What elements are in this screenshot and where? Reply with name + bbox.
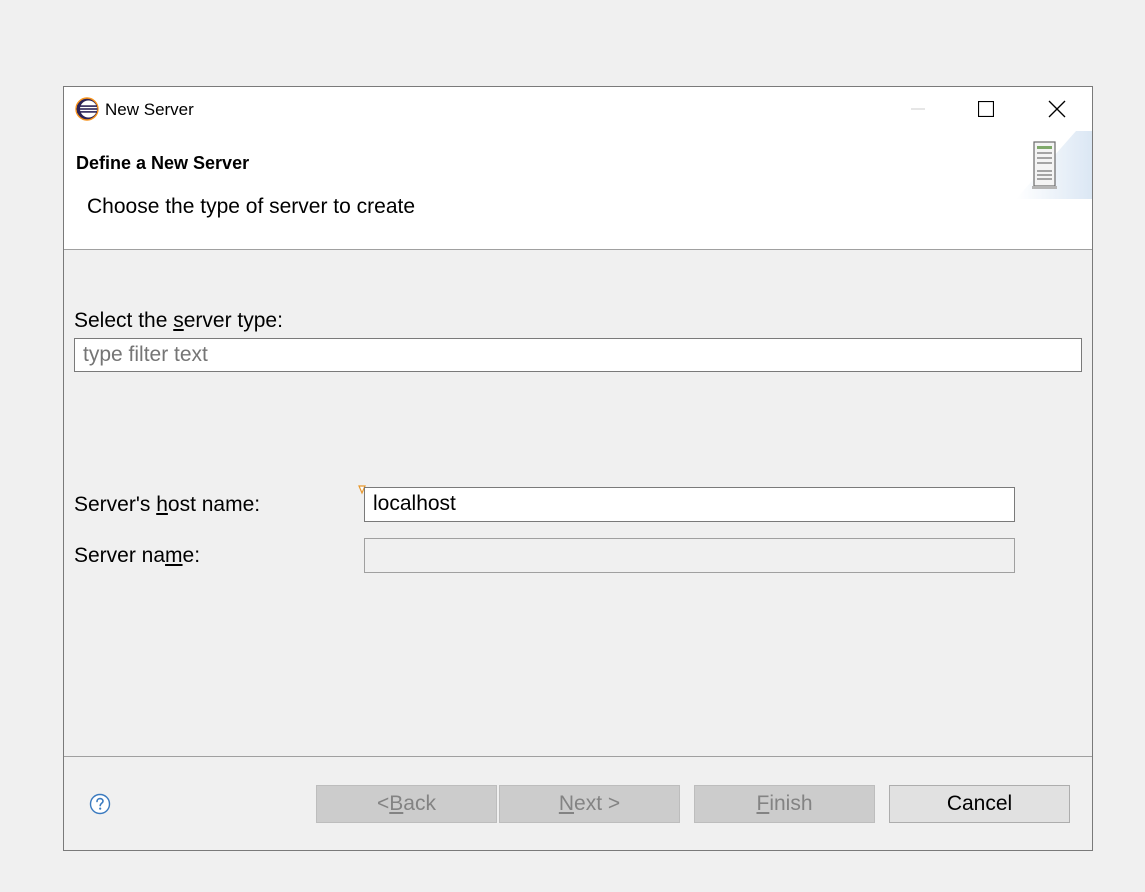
minimize-button[interactable]	[895, 87, 941, 131]
server-type-label-mnemonic: s	[173, 309, 184, 332]
back-button-label: ack	[403, 792, 436, 815]
cancel-button[interactable]: Cancel	[889, 785, 1070, 823]
wizard-header: Define a New Server Choose the type of s…	[64, 131, 1092, 250]
back-button-prefix: <	[377, 792, 390, 815]
finish-button-mnemonic: F	[756, 792, 770, 815]
maximize-icon	[978, 101, 994, 117]
eclipse-logo-icon	[75, 97, 99, 121]
title-bar: New Server	[64, 87, 1092, 131]
next-button-mnemonic: N	[558, 792, 575, 815]
host-name-label: Server's host name:	[74, 493, 260, 517]
server-type-label-text: Select the	[74, 309, 174, 332]
help-icon[interactable]	[89, 793, 111, 815]
finish-button[interactable]: Finish	[694, 785, 875, 823]
server-name-label-mnemonic: m	[165, 544, 183, 567]
server-name-label: Server name:	[74, 544, 200, 568]
new-server-dialog: New Server Define a New Server Choose th…	[63, 86, 1093, 851]
next-button-label: ext >	[574, 792, 621, 815]
page-description: Choose the type of server to create	[87, 195, 416, 218]
server-type-filter-input[interactable]	[74, 338, 1082, 372]
close-icon	[1048, 100, 1066, 118]
cancel-button-label: Cancel	[946, 792, 1013, 815]
server-name-label-text: Server na	[74, 544, 166, 567]
host-name-input[interactable]: localhost	[364, 487, 1015, 522]
back-button[interactable]: < Back	[316, 785, 497, 823]
maximize-button[interactable]	[963, 87, 1009, 131]
back-button-mnemonic: B	[389, 792, 404, 815]
host-name-label-text-rest: ost name:	[167, 493, 261, 516]
server-name-input[interactable]	[364, 538, 1015, 573]
server-icon	[1016, 131, 1092, 199]
page-title: Define a New Server	[76, 153, 250, 173]
finish-button-label: inish	[769, 792, 813, 815]
server-name-label-text-rest: e:	[182, 544, 201, 567]
next-button[interactable]: Next >	[499, 785, 680, 823]
host-name-label-mnemonic: h	[156, 493, 168, 516]
close-button[interactable]	[1034, 87, 1080, 131]
window-title: New Server	[105, 100, 194, 119]
minimize-icon	[911, 108, 925, 110]
footer-divider	[64, 756, 1092, 757]
server-type-label: Select the server type:	[74, 309, 283, 333]
server-type-label-text-rest: erver type:	[183, 309, 283, 332]
host-name-label-text: Server's	[74, 493, 157, 516]
